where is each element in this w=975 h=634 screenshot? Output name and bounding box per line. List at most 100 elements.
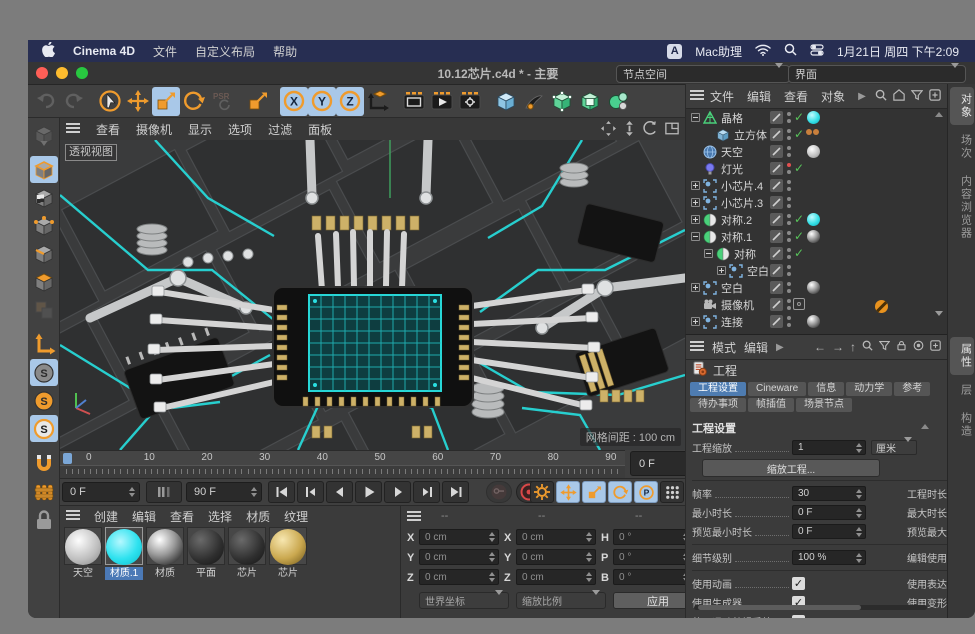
attribute-value-field[interactable]: 100 % xyxy=(792,550,866,565)
add-filter-icon[interactable] xyxy=(929,89,941,104)
tree-expander-icon[interactable] xyxy=(691,317,700,326)
viewport-menu-4[interactable]: 过滤 xyxy=(268,121,292,138)
attribute-menu-icon[interactable] xyxy=(690,340,704,354)
panel-tab-层[interactable]: 层 xyxy=(950,378,974,403)
material-menu-5[interactable]: 纹理 xyxy=(284,508,308,525)
am-menu-mode[interactable]: 模式 xyxy=(712,339,736,356)
object-manager-menu-icon[interactable] xyxy=(690,89,704,103)
tree-expander-icon[interactable] xyxy=(691,232,700,241)
coord-scale-Z-field[interactable]: 0 cm xyxy=(516,569,596,585)
enabled-check-icon[interactable]: ✓ xyxy=(794,127,804,141)
object-row[interactable]: 空白 xyxy=(686,279,947,296)
panel-tab-对象[interactable]: 对象 xyxy=(950,87,974,125)
attribute-tab-3[interactable]: 动力学 xyxy=(846,382,892,396)
material-tag-icon[interactable] xyxy=(807,230,820,243)
attribute-value-field[interactable]: 0 F xyxy=(792,524,866,539)
edges-mode-button[interactable] xyxy=(30,240,58,267)
am-menu-edit[interactable]: 编辑 xyxy=(744,339,768,356)
layer-dots-icon[interactable] xyxy=(787,231,791,242)
layer-dots-icon[interactable] xyxy=(787,146,791,157)
om-menu-file[interactable]: 文件 xyxy=(710,88,734,105)
edit-tag-icon[interactable] xyxy=(770,247,783,260)
tree-expander-icon[interactable] xyxy=(704,249,713,258)
camera-target-icon[interactable] xyxy=(793,298,805,310)
object-row[interactable]: 连接 xyxy=(686,313,947,330)
attribute-value-field[interactable]: 30 xyxy=(792,486,866,501)
minimize-window-button[interactable] xyxy=(56,67,68,79)
attribute-value-field[interactable]: 0 F xyxy=(792,505,866,520)
workplane-axis-button[interactable] xyxy=(364,87,392,116)
material-item[interactable]: 材质 xyxy=(146,527,184,580)
viewport-menu-icon[interactable] xyxy=(66,122,80,136)
add-panel-icon[interactable] xyxy=(930,340,941,354)
goto-start-button[interactable] xyxy=(268,481,295,503)
polygons-mode-button[interactable] xyxy=(30,268,58,295)
quantize-button[interactable]: S xyxy=(30,415,58,442)
coord-scale-X-field[interactable]: 0 cm xyxy=(516,529,596,545)
menu-bar-app-name[interactable]: Cinema 4D xyxy=(73,44,135,58)
attribute-checkbox[interactable]: ✓ xyxy=(792,615,805,618)
menu-bar-item-layout[interactable]: 自定义布局 xyxy=(195,43,255,60)
coord-scale-Y-field[interactable]: 0 cm xyxy=(516,549,596,565)
redo-button[interactable] xyxy=(60,87,88,116)
object-row[interactable]: 对称.2✓ xyxy=(686,211,947,228)
wifi-icon[interactable] xyxy=(755,44,771,59)
coordinate-menu-icon[interactable] xyxy=(407,510,421,524)
material-menu-icon[interactable] xyxy=(66,509,80,523)
attribute-tab-4[interactable]: 参考 xyxy=(894,382,930,396)
next-frame-button[interactable] xyxy=(384,481,411,503)
material-menu-2[interactable]: 查看 xyxy=(170,508,194,525)
lock-x-button[interactable]: X xyxy=(280,87,308,116)
viewport-scene[interactable] xyxy=(60,140,685,450)
add-field-button[interactable] xyxy=(604,87,632,116)
coordinate-system-button[interactable] xyxy=(244,87,272,116)
enabled-check-icon[interactable]: ✓ xyxy=(794,212,804,226)
object-row[interactable]: 空白.2 xyxy=(686,262,947,279)
material-menu-0[interactable]: 创建 xyxy=(94,508,118,525)
coord-position-Y-field[interactable]: 0 cm xyxy=(419,549,499,565)
attribute-value-field[interactable]: 1 xyxy=(792,440,866,455)
tree-expander-icon[interactable] xyxy=(691,215,700,224)
material-menu-1[interactable]: 编辑 xyxy=(132,508,156,525)
attribute-checkbox[interactable]: ✓ xyxy=(792,577,805,590)
layer-dots-icon[interactable] xyxy=(787,214,791,225)
attribute-tab-5[interactable]: 待办事项 xyxy=(690,398,746,412)
object-row[interactable]: 小芯片.3 xyxy=(686,194,947,211)
layer-dots-icon[interactable] xyxy=(787,129,791,140)
attribute-tab-6[interactable]: 帧插值 xyxy=(748,398,794,412)
layer-dots-icon[interactable] xyxy=(787,316,791,327)
material-menu-4[interactable]: 材质 xyxy=(246,508,270,525)
model-mode-button[interactable] xyxy=(30,156,58,183)
om-menu-object[interactable]: 对象 xyxy=(821,88,845,105)
timeline-ruler[interactable]: 0102030405060708090 xyxy=(60,450,625,479)
undo-button[interactable] xyxy=(32,87,60,116)
search-icon[interactable] xyxy=(875,89,887,104)
node-space-dropdown[interactable]: 节点空间 xyxy=(616,65,790,83)
layer-dots-icon[interactable] xyxy=(787,265,791,276)
add-subdivision-surface-button[interactable] xyxy=(548,87,576,116)
am-menu-overflow-icon[interactable]: ▶ xyxy=(776,342,784,353)
add-primitive-cube-button[interactable] xyxy=(492,87,520,116)
prev-frame-button[interactable] xyxy=(326,481,353,503)
material-tag-icon[interactable] xyxy=(807,145,820,158)
psr-record-button[interactable]: PSR xyxy=(208,87,236,116)
tree-expander-icon[interactable] xyxy=(691,113,700,122)
coord-rotation-B-field[interactable]: 0 ° xyxy=(613,569,693,585)
attribute-tab-7[interactable]: 场景节点 xyxy=(796,398,852,412)
add-generator-button[interactable] xyxy=(576,87,604,116)
start-frame-field[interactable]: 0 F xyxy=(62,482,140,502)
goto-next-key-button[interactable] xyxy=(413,481,440,503)
material-item[interactable]: 芯片 xyxy=(269,527,307,580)
panel-tab-场次[interactable]: 场次 xyxy=(950,128,974,166)
lock-y-button[interactable]: Y xyxy=(308,87,336,116)
lock-workplane-button[interactable] xyxy=(30,506,58,533)
attribute-section-title[interactable]: 工程设置 xyxy=(686,414,947,438)
forward-icon[interactable]: → xyxy=(832,340,844,354)
phong-tag-icon[interactable] xyxy=(806,129,819,135)
track-icon[interactable] xyxy=(913,340,924,354)
edit-tag-icon[interactable] xyxy=(770,162,783,175)
menu-bar-item-file[interactable]: 文件 xyxy=(153,43,177,60)
attribute-hscrollbar[interactable] xyxy=(694,605,927,610)
object-row[interactable]: 对称.1✓ xyxy=(686,228,947,245)
end-frame-field[interactable]: 90 F xyxy=(186,482,262,502)
